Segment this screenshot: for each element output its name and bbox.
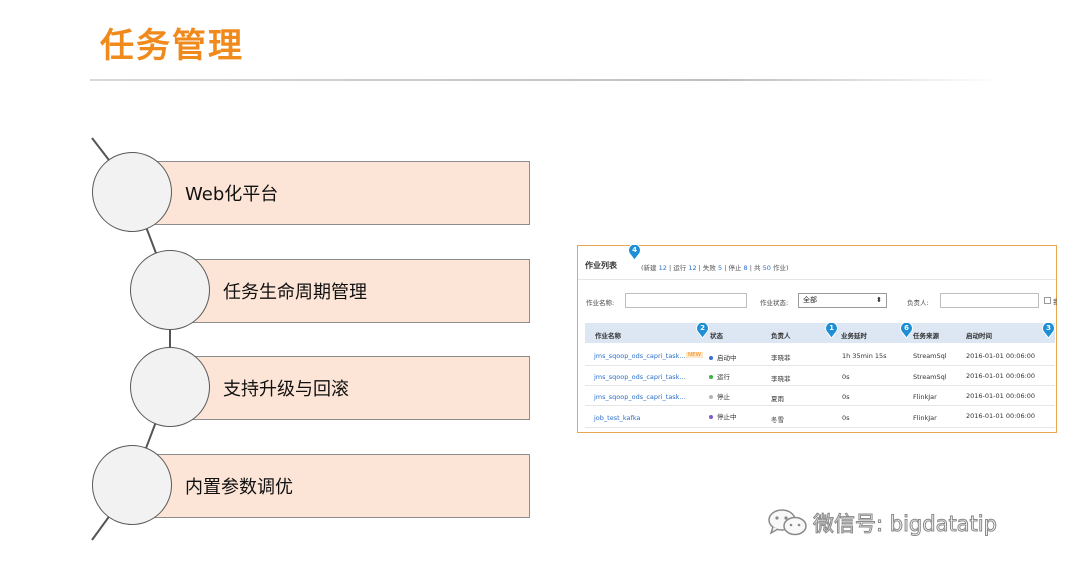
run-count-link[interactable]: 12 [688,264,696,272]
step-upgrade-rollback: 支持升级与回滚 [170,356,530,420]
row-divider [585,365,1055,366]
divider [578,279,1056,280]
col-header-start-time: 启动时间 [966,332,992,340]
step-label: Web化平台 [185,184,279,205]
total-count-link[interactable]: 50 [763,264,771,272]
status-cell: 启动中 [709,352,737,362]
job-name-link[interactable]: jms_sqoop_ods_capri_task... [594,393,686,401]
step-label: 任务生命周期管理 [223,282,367,303]
status-dot-icon [709,415,713,419]
fail-count-link[interactable]: 5 [718,264,722,272]
job-name-link[interactable]: jms_sqoop_ods_capri_task... [594,373,686,381]
source-cell: StreamSql [913,352,947,360]
new-badge: NEW [686,352,704,358]
col-header-owner: 负责人 [771,332,791,340]
step-lifecycle: 任务生命周期管理 [170,259,530,323]
row-divider [585,385,1055,386]
status-dot-icon [709,395,713,399]
job-name-link[interactable]: jms_sqoop_ods_capri_task... [594,352,686,360]
job-name-link[interactable]: job_test_kafka [594,414,640,422]
callout-marker-icon: 3 [1042,323,1055,338]
delay-cell: 1h 35min 15s [842,352,887,360]
name-filter-label: 作业名称: [586,299,615,307]
new-count-link[interactable]: 12 [659,264,667,272]
job-list-panel: 作业列表 (新建 12 | 运行 12 | 失败 5 | 停止 8 | 共 50… [577,245,1057,433]
panel-title: 作业列表 [585,261,617,270]
step-web-platform: Web化平台 [132,161,530,225]
stop-count-link[interactable]: 8 [744,264,748,272]
wechat-id-text: 微信号: bigdatatip [813,512,998,537]
wechat-icon [768,509,807,536]
row-divider [585,405,1055,406]
col-header-name: 作业名称 [595,332,621,340]
status-cell: 运行 [709,371,730,381]
col-header-delay: 业务延时 [841,332,867,340]
owner-filter-label: 负责人: [907,299,929,307]
callout-marker-icon: 1 [825,323,838,338]
owner-cell: 李晓菲 [771,375,791,383]
delay-cell: 0s [842,373,850,381]
job-name-input[interactable] [625,293,747,308]
step-circle [130,250,210,330]
status-cell: 停止中 [709,411,737,421]
status-dot-icon [709,356,713,360]
wechat-watermark: 微信号: bigdatatip [767,508,997,538]
owner-cell: 夏雨 [771,395,784,403]
step-param-tuning: 内置参数调优 [132,454,530,518]
step-circle [130,347,210,427]
owner-input[interactable] [940,293,1039,308]
source-cell: FlinkJar [913,414,937,422]
owner-cell: 李晓菲 [771,354,791,362]
start-time-cell: 2016-01-01 00:06:00 [966,412,1036,420]
job-count-summary: (新建 12 | 运行 12 | 失败 5 | 停止 8 | 共 50 作业) [641,264,789,272]
source-cell: FlinkJar [913,393,937,401]
source-cell: StreamSql [913,373,947,381]
col-header-status: 状态 [710,332,723,340]
select-arrow-icon: ⬍ [876,296,882,304]
start-time-cell: 2016-01-01 00:06:00 [966,372,1036,380]
step-circle [92,152,172,232]
owner-cell: 冬雪 [771,416,784,424]
callout-marker-icon: 4 [628,245,641,260]
step-label: 支持升级与回滚 [223,379,349,400]
mine-checkbox-label: 我 [1053,298,1057,306]
callout-marker-icon: 2 [696,323,709,338]
status-cell: 停止 [709,391,730,401]
col-header-source: 任务来源 [913,332,939,340]
status-filter-label: 作业状态: [760,299,789,307]
callout-marker-icon: 6 [900,323,913,338]
delay-cell: 0s [842,393,850,401]
delay-cell: 0s [842,414,850,422]
step-circle [92,445,172,525]
row-divider [585,427,1055,428]
start-time-cell: 2016-01-01 00:06:00 [966,392,1036,400]
start-time-cell: 2016-01-01 00:06:00 [966,352,1036,360]
mine-checkbox[interactable] [1044,297,1051,304]
status-select[interactable]: 全部 ⬍ [798,293,887,308]
status-dot-icon [709,375,713,379]
step-label: 内置参数调优 [185,477,293,498]
